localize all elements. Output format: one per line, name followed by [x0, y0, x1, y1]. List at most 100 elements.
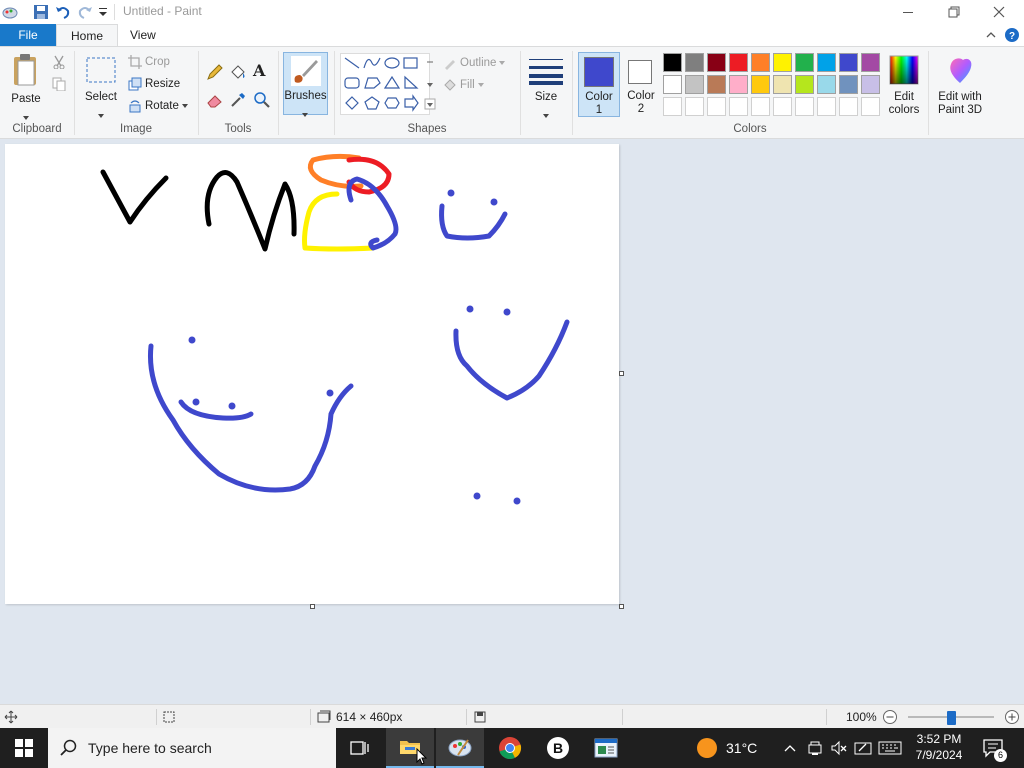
palette-custom-swatch-9[interactable] — [839, 97, 858, 116]
tab-view[interactable]: View — [116, 24, 170, 46]
taskbar-search-box[interactable]: Type here to search — [48, 728, 336, 768]
palette-row1-swatch-7[interactable] — [795, 53, 814, 72]
pencil-icon[interactable] — [206, 63, 224, 81]
tab-home[interactable]: Home — [56, 24, 119, 46]
clock-time: 3:52 PM — [916, 732, 962, 746]
shapes-scroll[interactable] — [424, 53, 436, 115]
palette-custom-swatch-4[interactable] — [729, 97, 748, 116]
palette-row2-swatch-6[interactable] — [773, 75, 792, 94]
paint-app-icon[interactable] — [2, 4, 18, 20]
palette-row2-swatch-4[interactable] — [729, 75, 748, 94]
palette-custom-swatch-10[interactable] — [861, 97, 880, 116]
canvas-area[interactable] — [0, 139, 1024, 704]
palette-row1-swatch-8[interactable] — [817, 53, 836, 72]
undo-icon[interactable] — [54, 3, 72, 21]
palette-row1-swatch-3[interactable] — [707, 53, 726, 72]
file-explorer-taskbar-button[interactable] — [386, 728, 434, 768]
close-button[interactable] — [976, 0, 1022, 24]
copy-icon[interactable] — [52, 77, 66, 92]
palette-row2-swatch-5[interactable] — [751, 75, 770, 94]
palette-row2-swatch-2[interactable] — [685, 75, 704, 94]
task-view-button[interactable] — [336, 728, 384, 768]
palette-row2-swatch-9[interactable] — [839, 75, 858, 94]
minimize-button[interactable] — [885, 0, 931, 24]
cut-icon[interactable] — [52, 55, 66, 70]
fill-button[interactable]: Fill — [443, 78, 484, 92]
rotate-button[interactable]: Rotate — [128, 99, 188, 113]
palette-row1-swatch-9[interactable] — [839, 53, 858, 72]
palette-row1-swatch-10[interactable] — [861, 53, 880, 72]
drawing-canvas[interactable] — [5, 144, 619, 604]
edit-colors-button[interactable]: Edit colors — [884, 53, 924, 117]
edit-with-paint3d-button[interactable]: Edit with Paint 3D — [932, 53, 988, 117]
start-button[interactable] — [0, 728, 48, 768]
resize-handle-corner[interactable] — [619, 604, 624, 609]
outline-button[interactable]: Outline — [443, 56, 506, 70]
network-icon[interactable] — [806, 739, 824, 757]
help-icon[interactable]: ? — [1004, 27, 1020, 43]
zoom-slider-thumb[interactable] — [947, 711, 956, 725]
select-button[interactable]: Select — [80, 53, 122, 118]
notification-badge: 6 — [994, 749, 1007, 762]
blue-big-smile-stroke — [147, 343, 354, 493]
palette-row1-swatch-6[interactable] — [773, 53, 792, 72]
palette-custom-swatch-1[interactable] — [663, 97, 682, 116]
palette-row1-swatch-5[interactable] — [751, 53, 770, 72]
palette-row1-swatch-1[interactable] — [663, 53, 682, 72]
line-shape-icon — [344, 57, 360, 69]
palette-custom-swatch-5[interactable] — [751, 97, 770, 116]
paste-button[interactable]: Paste — [6, 51, 46, 120]
notepad-taskbar-button[interactable] — [582, 728, 630, 768]
show-hidden-icons-button[interactable] — [782, 741, 798, 755]
palette-row2-swatch-3[interactable] — [707, 75, 726, 94]
fill-bucket-icon[interactable] — [229, 63, 247, 81]
palette-row2-swatch-1[interactable] — [663, 75, 682, 94]
shapes-gallery[interactable] — [340, 53, 430, 115]
palette-row1-swatch-2[interactable] — [685, 53, 704, 72]
pen-workspace-icon[interactable] — [854, 739, 872, 757]
color2-button[interactable]: Color 2 — [622, 52, 660, 117]
redo-icon[interactable] — [76, 3, 94, 21]
collapse-ribbon-icon[interactable] — [985, 29, 997, 41]
taskbar: Type here to search B 31°C 3:52 PM 7/9/2… — [0, 728, 1024, 768]
palette-row2-swatch-7[interactable] — [795, 75, 814, 94]
tools-group-label: Tools — [224, 123, 252, 135]
zoom-in-button[interactable] — [1004, 709, 1020, 725]
palette-custom-swatch-2[interactable] — [685, 97, 704, 116]
resize-handle-bottom[interactable] — [310, 604, 315, 609]
paint-taskbar-button[interactable] — [436, 728, 484, 768]
palette-custom-swatch-6[interactable] — [773, 97, 792, 116]
volume-muted-icon[interactable] — [830, 739, 848, 757]
color-picker-icon[interactable] — [229, 91, 247, 109]
ribbon-tab-bar: File Home View ? — [0, 24, 1024, 46]
magnifier-icon[interactable] — [253, 91, 271, 109]
b-app-taskbar-button[interactable]: B — [534, 728, 582, 768]
brushes-button[interactable]: Brushes — [283, 52, 328, 117]
color1-button[interactable]: Color 1 — [578, 52, 620, 117]
zoom-out-button[interactable] — [882, 709, 898, 725]
palette-row2-swatch-8[interactable] — [817, 75, 836, 94]
zoom-slider[interactable] — [908, 711, 994, 725]
palette-custom-swatch-8[interactable] — [817, 97, 836, 116]
clock[interactable]: 3:52 PM 7/9/2024 — [906, 731, 972, 765]
resize-handle-right[interactable] — [619, 371, 624, 376]
customize-quick-access-icon[interactable] — [98, 6, 108, 18]
palette-row2-swatch-10[interactable] — [861, 75, 880, 94]
save-icon[interactable] — [32, 3, 50, 21]
restore-button[interactable] — [931, 0, 977, 24]
crop-button[interactable]: Crop — [128, 55, 170, 69]
palette-custom-swatch-3[interactable] — [707, 97, 726, 116]
resize-button[interactable]: Resize — [128, 77, 180, 91]
tab-file[interactable]: File — [0, 24, 56, 46]
chevron-down-icon — [23, 109, 29, 123]
keyboard-icon[interactable] — [878, 740, 902, 756]
palette-custom-swatch-7[interactable] — [795, 97, 814, 116]
weather-widget[interactable]: 31°C — [696, 728, 768, 768]
size-button[interactable]: Size — [526, 53, 566, 118]
sun-icon — [697, 738, 717, 758]
notification-center-button[interactable]: 6 — [978, 736, 1018, 762]
chrome-taskbar-button[interactable] — [486, 728, 534, 768]
palette-row1-swatch-4[interactable] — [729, 53, 748, 72]
eraser-icon[interactable] — [206, 91, 224, 109]
text-tool-icon[interactable]: A — [253, 61, 271, 81]
